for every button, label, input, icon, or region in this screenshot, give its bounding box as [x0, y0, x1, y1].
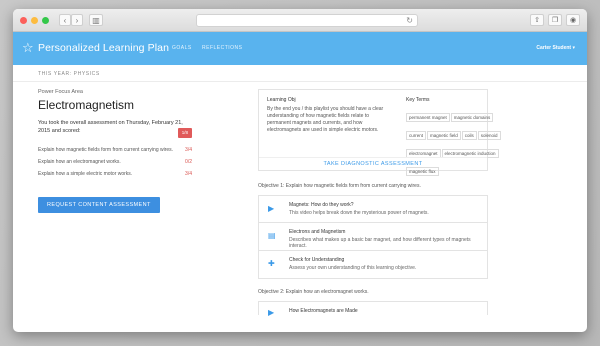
key-term-tag[interactable]: permanent magnet [406, 113, 450, 122]
objective-2-heading: Objective 2: Explain how an electromagne… [258, 289, 369, 295]
assessment-text: You took the overall assessment on Thurs… [38, 120, 183, 134]
power-focus-area-label: Power Focus Area [38, 89, 83, 95]
reload-icon[interactable]: ↻ [406, 15, 413, 27]
minimize-window-button[interactable] [31, 17, 38, 24]
objective-1-lessons: ▶ Magnets: How do they work? This video … [258, 195, 488, 279]
take-diagnostic-assessment-link[interactable]: TAKE DIAGNOSTIC ASSESSMENT [259, 157, 487, 167]
objective-1-heading: Objective 1: Explain how magnetic fields… [258, 183, 421, 189]
subject-bar: THIS YEAR: PHYSICS [13, 65, 587, 82]
lesson-description: This video helps break down the mysterio… [289, 210, 429, 216]
key-term-tag[interactable]: current [406, 131, 427, 140]
sidebar-icon[interactable]: ▥ [89, 14, 103, 26]
lesson-title: Magnets: How do they work? [289, 202, 354, 208]
key-term-tag[interactable]: magnetic field [427, 131, 461, 140]
objective-text: Explain how magnetic fields form from cu… [38, 147, 174, 153]
quiz-icon: ✚ [268, 259, 275, 268]
video-icon: ▶ [268, 308, 275, 317]
user-menu[interactable]: Carter Student ▾ [536, 45, 575, 51]
zoom-window-button[interactable] [42, 17, 49, 24]
video-icon: ▶ [268, 204, 275, 213]
lesson-card[interactable]: ✚ Check for Understanding Assess your ow… [258, 251, 488, 279]
lesson-title: How Electromagnets are Made [289, 308, 358, 314]
star-logo-icon: ☆ [22, 40, 34, 55]
back-arrow-icon[interactable]: ‹ [59, 14, 71, 26]
close-window-button[interactable] [20, 17, 27, 24]
objective-score-row: Explain how magnetic fields form from cu… [38, 147, 192, 154]
document-icon: ▤ [268, 231, 276, 240]
subject-title: Electromagnetism [38, 98, 135, 112]
share-icon[interactable]: ⇧ [530, 14, 544, 26]
app-title: Personalized Learning Plan [38, 42, 170, 54]
app-header: ☆ Personalized Learning Plan GOALS REFLE… [13, 32, 587, 65]
objective-score: 0/2 [185, 159, 192, 165]
lesson-description: Assess your own understanding of this le… [289, 265, 417, 271]
address-bar[interactable]: ↻ [196, 14, 418, 27]
key-terms-list: permanent magnet magnetic domainscurrent m… [406, 106, 511, 178]
objective-score-row: Explain how a simple electric motor work… [38, 171, 192, 178]
assessment-summary: You took the overall assessment on Thurs… [38, 120, 192, 138]
tabs-icon[interactable]: ❐ [548, 14, 562, 26]
objective-score: 3/4 [185, 171, 192, 177]
lesson-card[interactable]: ▶ Magnets: How do they work? This video … [258, 195, 488, 223]
objective-text: Explain how an electromagnet works. [38, 159, 121, 165]
nav-goals[interactable]: GOALS [172, 45, 192, 51]
browser-chrome: ‹ › ▥ ↻ ⇧ ❐ ◉ [13, 9, 587, 32]
objective-text: Explain how a simple electric motor work… [38, 171, 133, 177]
year-subject-label: THIS YEAR: PHYSICS [38, 71, 100, 77]
objective-scores: Explain how magnetic fields form from cu… [38, 147, 192, 178]
key-term-tag[interactable]: magnetic domains [450, 113, 494, 122]
objective-score-row: Explain how an electromagnet works. 0/2 [38, 159, 192, 166]
lesson-description: Describes what makes up a basic bar magn… [289, 237, 471, 249]
extension-icon[interactable]: ◉ [566, 14, 580, 26]
overall-score-badge: 1/8 [177, 128, 192, 138]
focus-area-panel: Power Focus Area Electromagnetism You to… [38, 89, 192, 213]
request-content-assessment-button[interactable]: REQUEST CONTENT ASSESSMENT [38, 197, 160, 213]
learning-plan-panel: Learning Obj By the end you / this playl… [258, 89, 501, 317]
nav-reflections[interactable]: REFLECTIONS [202, 45, 243, 51]
key-terms-heading: Key Terms [406, 97, 430, 103]
lesson-card[interactable]: ▶ How Electromagnets are Made [258, 301, 488, 317]
key-term-tag[interactable]: coils [461, 131, 477, 140]
lesson-card[interactable]: ▤ Electrons and Magnetism Describes what… [258, 223, 488, 251]
summary-card: Learning Obj By the end you / this playl… [258, 89, 501, 176]
forward-arrow-icon[interactable]: › [71, 14, 83, 26]
learning-objective-text: By the end you / this playlist you shoul… [267, 106, 384, 133]
key-term-tag[interactable]: magnetic flux [406, 167, 439, 176]
learning-objective-heading: Learning Obj [267, 97, 296, 103]
lesson-title: Electrons and Magnetism [289, 229, 346, 235]
objective-score: 3/4 [185, 147, 192, 153]
key-term-tag[interactable]: solenoid [477, 131, 501, 140]
browser-window: ‹ › ▥ ↻ ⇧ ❐ ◉ ☆ Personalized Learning Pl… [13, 9, 587, 332]
lesson-title: Check for Understanding [289, 257, 345, 263]
